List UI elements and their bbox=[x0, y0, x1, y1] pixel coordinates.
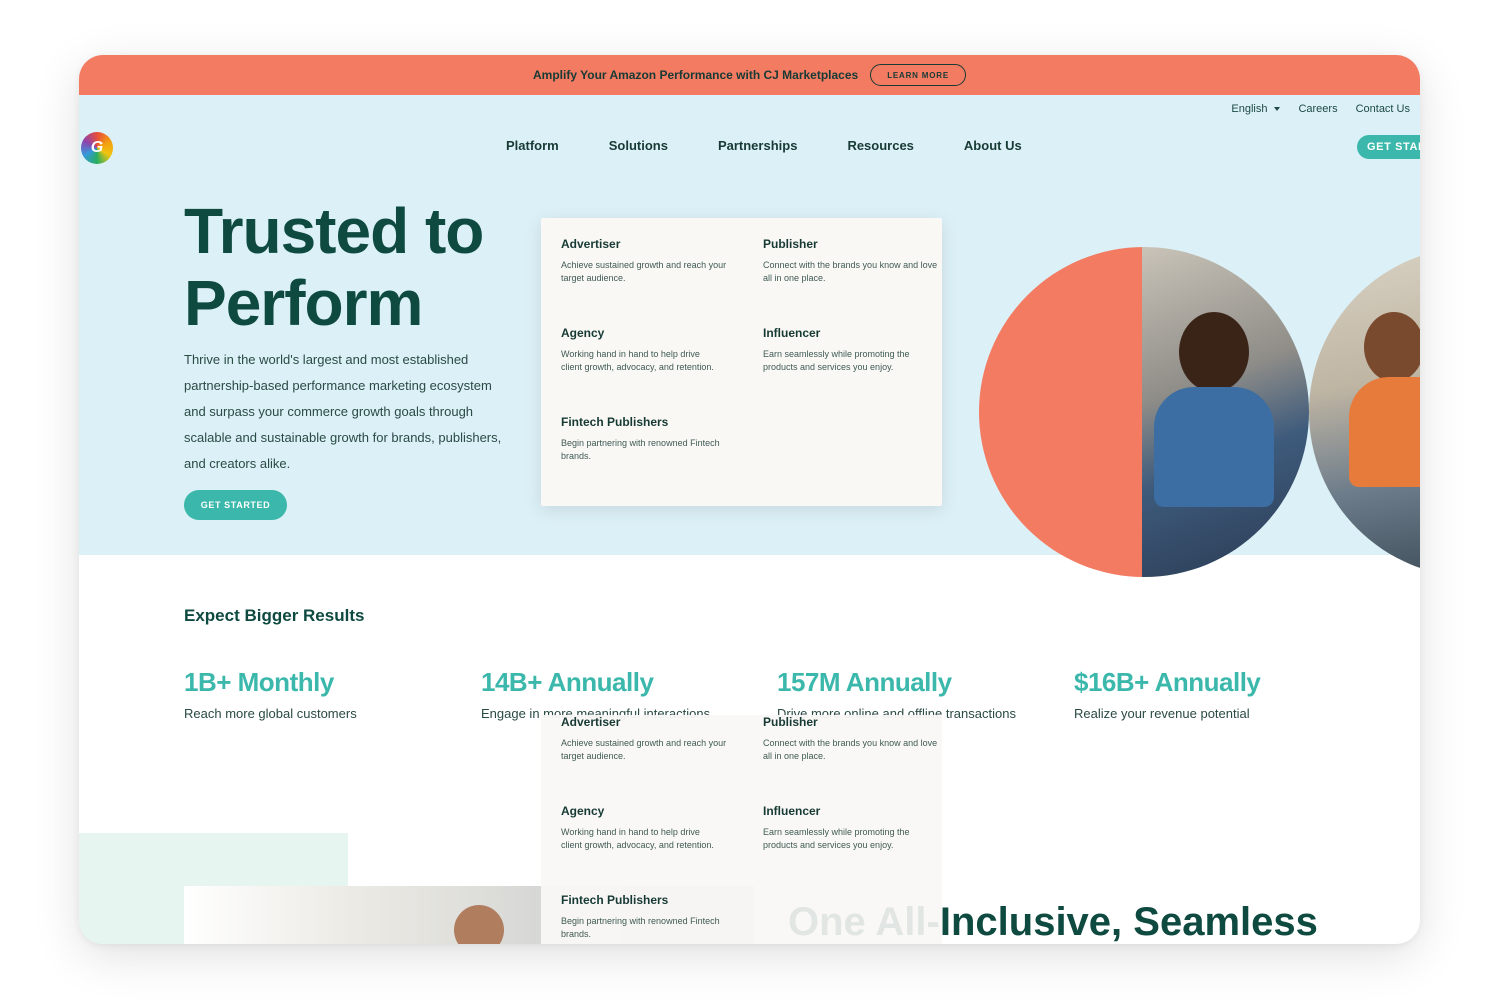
dropdown-item-influencer[interactable]: Influencer Earn seamlessly while promoti… bbox=[763, 326, 938, 374]
hero-section: English Careers Contact Us G Platform So… bbox=[79, 95, 1420, 577]
dropdown-item-advertiser[interactable]: Advertiser Achieve sustained growth and … bbox=[561, 237, 736, 285]
stat-monthly: 1B+ Monthly Reach more global customers bbox=[184, 667, 357, 721]
contact-us-link[interactable]: Contact Us bbox=[1356, 103, 1410, 115]
nav-solutions[interactable]: Solutions bbox=[609, 138, 668, 153]
header-get-started-button[interactable]: GET STARTED bbox=[1357, 135, 1420, 159]
hero-get-started-button[interactable]: GET STARTED bbox=[184, 490, 287, 520]
results-title: Expect Bigger Results bbox=[184, 606, 365, 625]
nav-partnerships[interactable]: Partnerships bbox=[718, 138, 797, 153]
hero-art-circle bbox=[979, 247, 1309, 577]
nav-about-us[interactable]: About Us bbox=[964, 138, 1022, 153]
hero-title: Trusted to Perform bbox=[184, 195, 484, 339]
dropdown-item-advertiser[interactable]: Advertiser Achieve sustained growth and … bbox=[561, 715, 736, 763]
dropdown-item-agency[interactable]: Agency Working hand in hand to help driv… bbox=[561, 804, 721, 852]
dropdown-item-influencer[interactable]: Influencer Earn seamlessly while promoti… bbox=[763, 804, 938, 852]
stat-annual-interactions: 14B+ Annually Engage in more meaningful … bbox=[481, 667, 711, 721]
browser-frame: Amplify Your Amazon Performance with CJ … bbox=[79, 55, 1420, 944]
person-shirt bbox=[1154, 387, 1274, 507]
cj-logo-icon[interactable]: G bbox=[81, 132, 113, 164]
stat-annual-revenue: $16B+ Annually Realize your revenue pote… bbox=[1074, 667, 1261, 721]
nav-platform[interactable]: Platform bbox=[506, 138, 559, 153]
coral-half-shape bbox=[979, 247, 1144, 577]
hero-photo-woman bbox=[1309, 247, 1420, 577]
main-nav: Platform Solutions Partnerships Resource… bbox=[506, 138, 1072, 153]
nav-resources[interactable]: Resources bbox=[847, 138, 913, 153]
chevron-down-icon bbox=[1274, 107, 1281, 111]
language-selector[interactable]: English bbox=[1231, 103, 1281, 115]
person-head bbox=[1179, 312, 1249, 392]
careers-link[interactable]: Careers bbox=[1298, 103, 1337, 115]
person-shirt bbox=[1349, 377, 1420, 487]
promo-text: Amplify Your Amazon Performance with CJ … bbox=[533, 68, 859, 82]
hero-description: Thrive in the world's largest and most e… bbox=[184, 352, 502, 471]
hero-photo-man bbox=[1142, 247, 1309, 577]
solutions-dropdown-menu: Advertiser Achieve sustained growth and … bbox=[541, 218, 942, 506]
learn-more-button[interactable]: LEARN MORE bbox=[870, 64, 966, 86]
stat-annual-transactions: 157M Annually Drive more online and offl… bbox=[777, 667, 1016, 721]
promo-banner: Amplify Your Amazon Performance with CJ … bbox=[79, 55, 1420, 95]
utility-nav: English Careers Contact Us bbox=[1231, 103, 1410, 115]
dropdown-item-fintech-publishers[interactable]: Fintech Publishers Begin partnering with… bbox=[561, 893, 721, 941]
dropdown-item-publisher[interactable]: Publisher Connect with the brands you kn… bbox=[763, 715, 938, 763]
dropdown-item-agency[interactable]: Agency Working hand in hand to help driv… bbox=[561, 326, 721, 374]
logo-letter: G bbox=[90, 139, 104, 156]
dropdown-item-publisher[interactable]: Publisher Connect with the brands you kn… bbox=[763, 237, 938, 285]
dropdown-item-fintech-publishers[interactable]: Fintech Publishers Begin partnering with… bbox=[561, 415, 721, 463]
person-head bbox=[1364, 312, 1420, 382]
bottom-headline: One All-Inclusive, Seamless bbox=[788, 900, 1318, 944]
